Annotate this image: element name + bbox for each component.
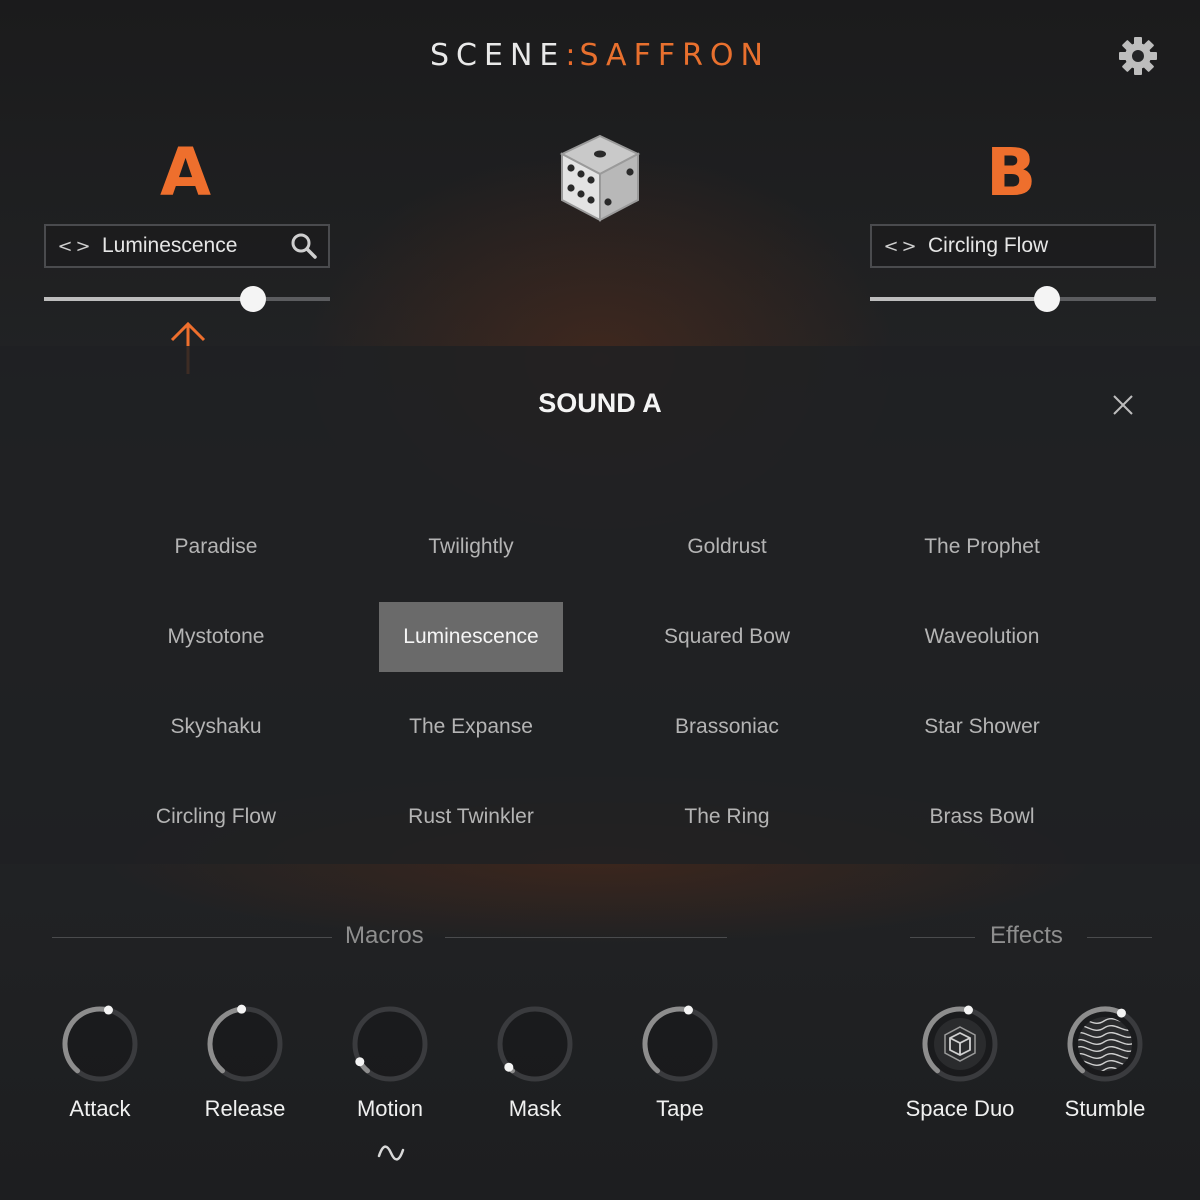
next-preset-a-button[interactable]: >: [74, 236, 92, 257]
preset-option[interactable]: Waveolution: [890, 602, 1074, 672]
preset-option[interactable]: The Prophet: [890, 512, 1074, 582]
slider-b-fill: [870, 297, 1048, 301]
knob-label: Stumble: [1064, 1096, 1146, 1121]
knob-label: Release: [204, 1096, 286, 1121]
preset-name-a[interactable]: Luminescence: [102, 234, 290, 258]
knob-label: Attack: [69, 1096, 131, 1121]
slider-a-fill: [44, 297, 253, 301]
cube-icon: [934, 1018, 986, 1070]
attack-knob[interactable]: [59, 1003, 141, 1085]
brand-scene: SCENE: [430, 38, 566, 73]
stumble-knob[interactable]: [1064, 1003, 1146, 1085]
preset-option[interactable]: Skyshaku: [124, 692, 308, 762]
preset-name-b[interactable]: Circling Flow: [928, 234, 1154, 258]
preset-option[interactable]: Brass Bowl: [890, 782, 1074, 852]
layer-a-volume-slider[interactable]: [44, 286, 330, 312]
preset-option[interactable]: Rust Twinkler: [379, 782, 563, 852]
effects-divider-right: [1087, 937, 1152, 938]
preset-nav-b: < >: [882, 236, 918, 257]
modal-title: SOUND A: [538, 388, 662, 418]
brand-saffron: SAFFRON: [579, 38, 770, 73]
prev-preset-a-button[interactable]: <: [56, 236, 74, 257]
knob-label: Tape: [656, 1096, 704, 1121]
preset-option[interactable]: Squared Bow: [635, 602, 819, 672]
brand-separator: :: [565, 38, 580, 73]
macros-divider-left: [52, 937, 332, 938]
preset-option[interactable]: Star Shower: [890, 692, 1074, 762]
preset-option[interactable]: Luminescence: [379, 602, 563, 672]
slider-a-thumb[interactable]: [239, 286, 266, 312]
dice-icon[interactable]: [558, 132, 642, 224]
tape-knob[interactable]: [639, 1003, 721, 1085]
preset-option[interactable]: Paradise: [124, 512, 308, 582]
layer-a-letter: A: [160, 134, 212, 211]
preset-option[interactable]: The Expanse: [379, 692, 563, 762]
prev-preset-b-button[interactable]: <: [882, 236, 900, 257]
macros-divider-right: [445, 937, 727, 938]
preset-option[interactable]: Mystotone: [124, 602, 308, 672]
preset-option[interactable]: Brassoniac: [635, 692, 819, 762]
close-icon[interactable]: [1108, 390, 1138, 420]
mask-knob[interactable]: [494, 1003, 576, 1085]
preset-nav-a: < >: [56, 236, 92, 257]
layer-b-volume-slider[interactable]: [870, 286, 1156, 312]
search-icon[interactable]: [290, 232, 318, 260]
preset-option[interactable]: Goldrust: [635, 512, 819, 582]
app-title: SCENE:SAFFRON: [0, 38, 1200, 73]
preset-selector-a[interactable]: < > Luminescence: [44, 224, 330, 268]
release-knob[interactable]: [204, 1003, 286, 1085]
space-duo-knob[interactable]: [919, 1003, 1001, 1085]
knob-label: Motion: [356, 1096, 424, 1121]
preset-option[interactable]: Circling Flow: [124, 782, 308, 852]
slider-b-thumb[interactable]: [1034, 286, 1061, 312]
motion-knob[interactable]: [349, 1003, 431, 1085]
lfo-wave-icon[interactable]: [376, 1140, 406, 1166]
knob-label: Space Duo: [905, 1096, 1015, 1121]
effects-divider-left: [910, 937, 975, 938]
preset-option[interactable]: The Ring: [635, 782, 819, 852]
preset-option[interactable]: Twilightly: [379, 512, 563, 582]
knob-label: Mask: [508, 1096, 562, 1121]
gear-icon[interactable]: [1118, 36, 1158, 76]
macros-heading: Macros: [345, 922, 424, 949]
preset-selector-b[interactable]: < > Circling Flow: [870, 224, 1156, 268]
layer-b-letter: B: [986, 134, 1037, 211]
effects-heading: Effects: [990, 922, 1063, 949]
next-preset-b-button[interactable]: >: [900, 236, 918, 257]
